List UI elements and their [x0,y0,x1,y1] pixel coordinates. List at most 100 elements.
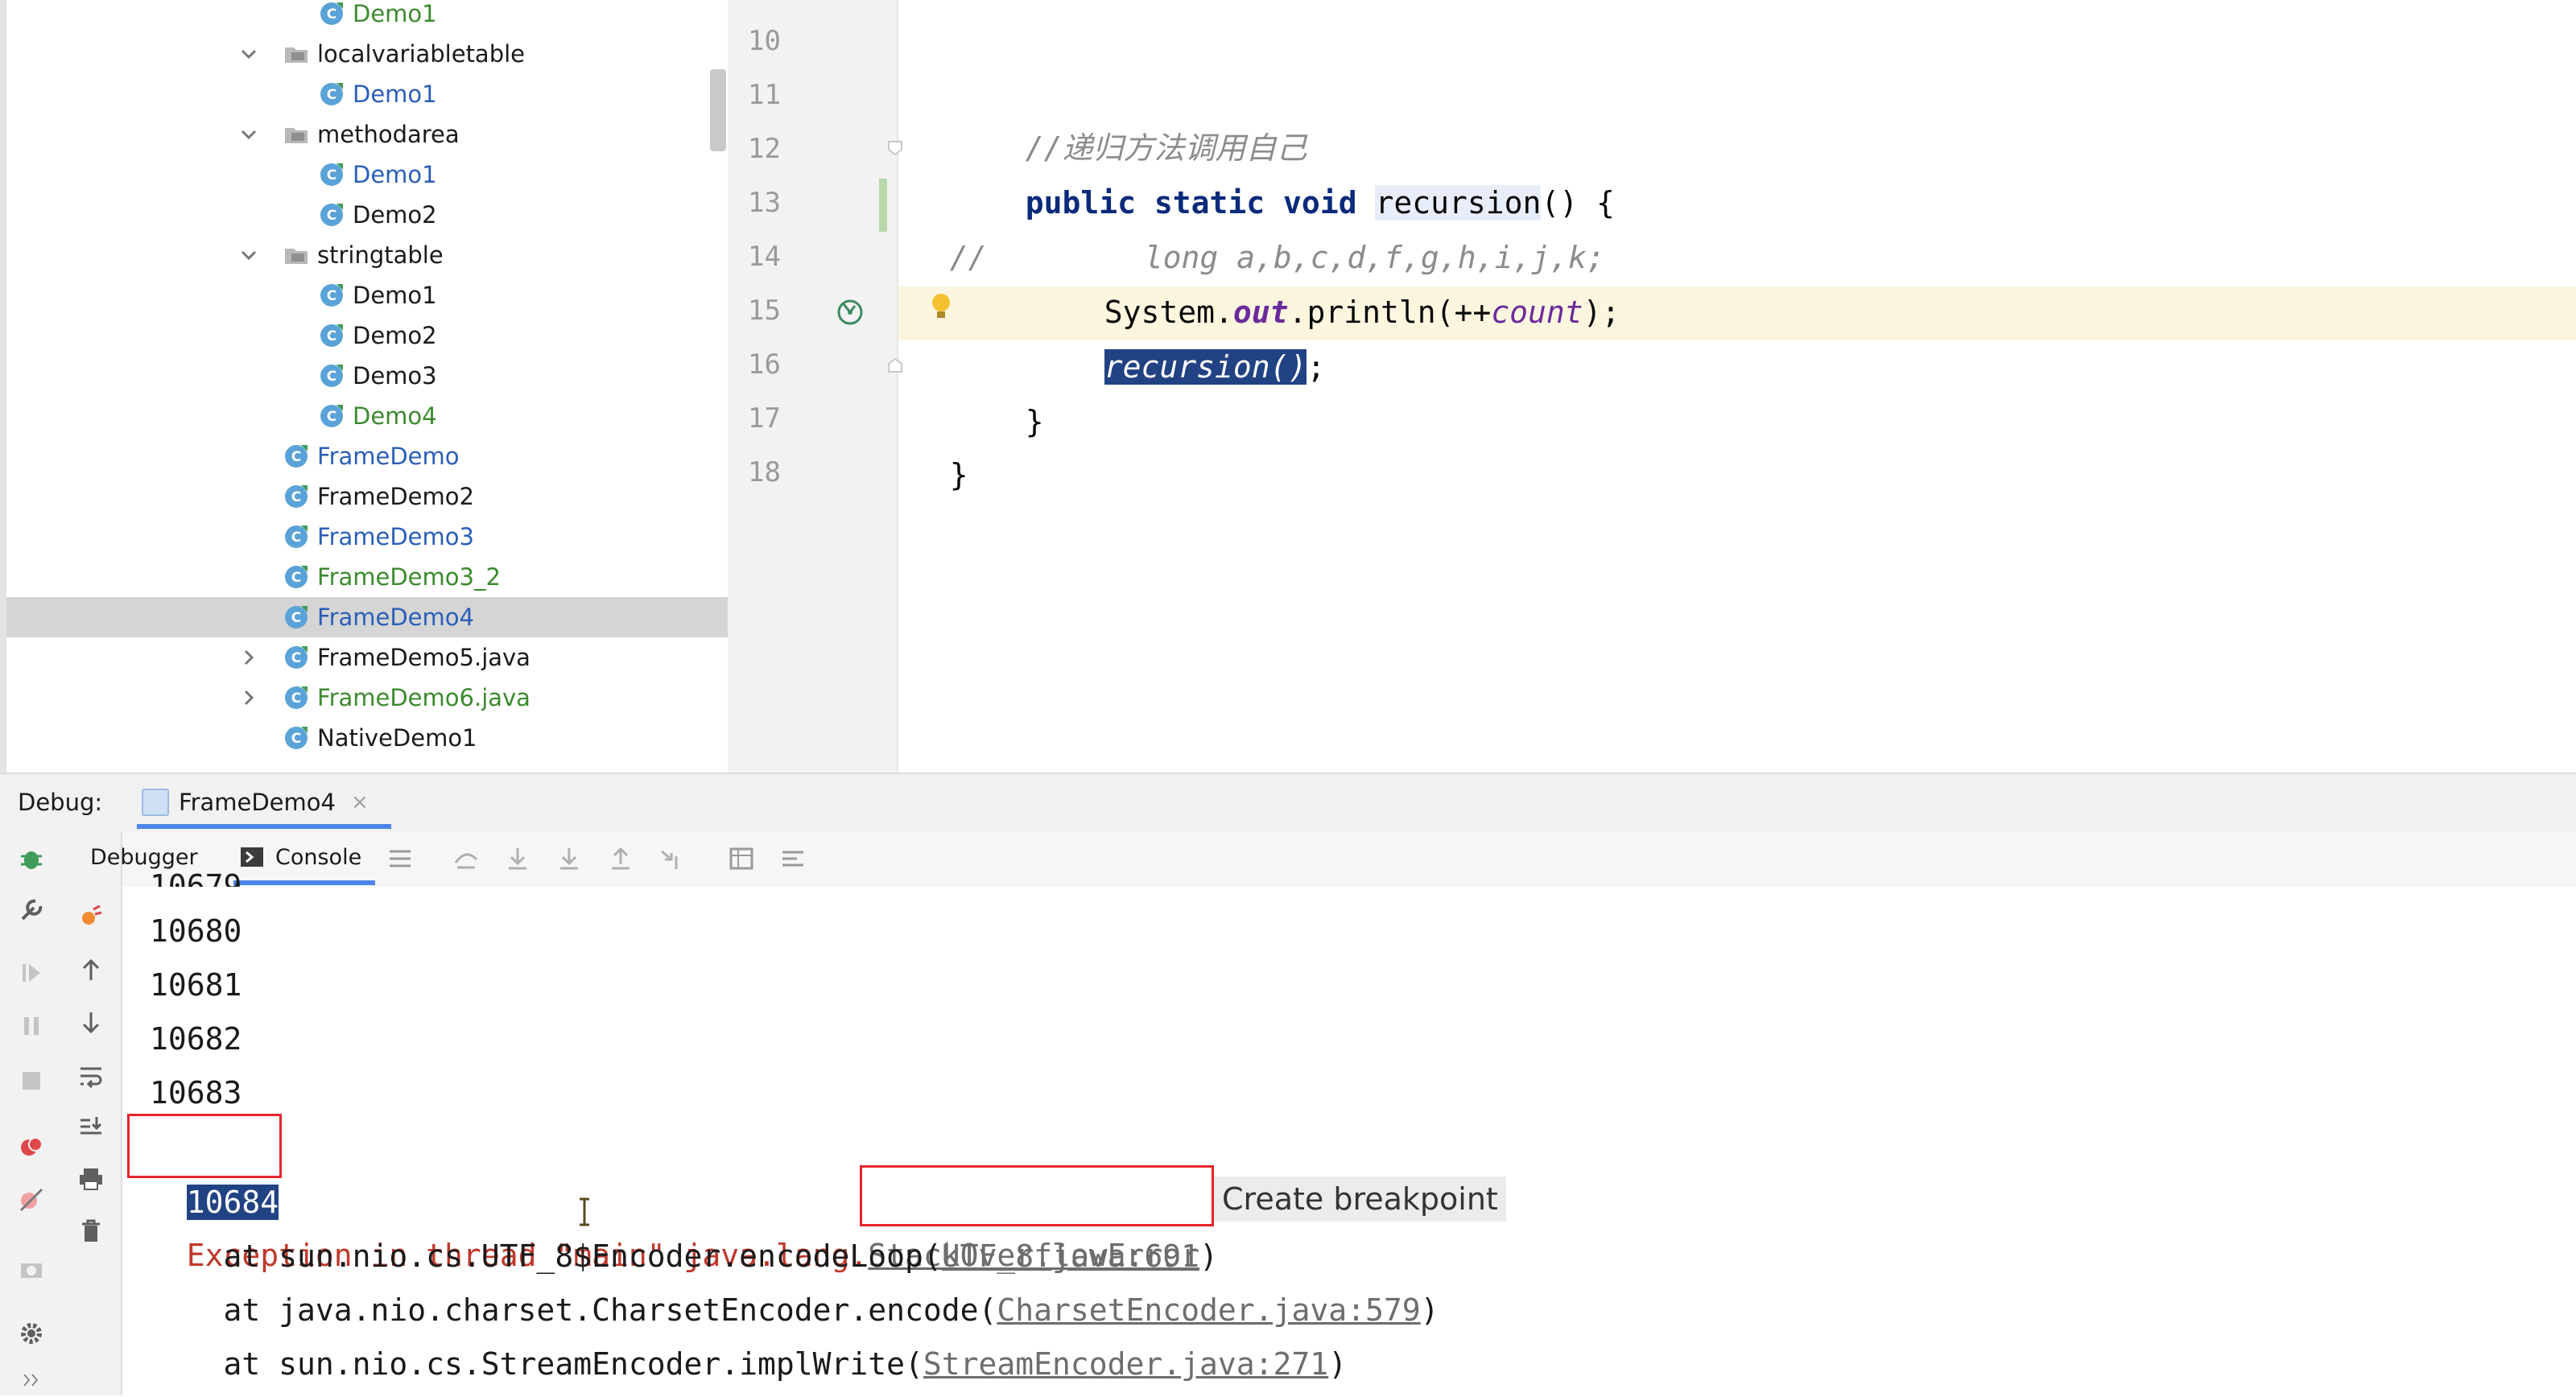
tree-item[interactable]: C Demo1 [6,0,728,34]
code-line-16[interactable]: } [989,341,1044,449]
arrow-up-icon[interactable] [77,956,105,983]
lightbulb-icon[interactable] [927,290,955,325]
chevron-down-icon[interactable] [238,43,259,64]
code-line-13-prefix[interactable]: // [913,177,987,285]
code-line-15[interactable]: recursion(); [1067,286,1325,394]
tree-item[interactable]: C NativeDemo1 [6,718,728,758]
camera-icon[interactable] [18,1255,45,1283]
stack-trace-line[interactable]: at sun.nio.cs.StreamEncoder.implWrite(St… [150,1337,1348,1391]
pause-icon[interactable] [18,1012,45,1040]
svg-text:C: C [291,610,301,626]
tree-item[interactable]: C FrameDemo4 [6,597,728,637]
code-text: ; [1307,349,1326,385]
wrench-icon[interactable] [18,896,45,924]
tree-item[interactable]: C Demo1 [6,275,728,315]
line-number[interactable]: 18 [728,446,781,500]
tree-left-border [0,0,6,773]
stack-trace-line[interactable]: at sun.nio.cs.UTF_8$Encoder.encodeLoop(U… [150,1230,1218,1284]
tree-folder[interactable]: stringtable [6,235,728,275]
chevron-right-icon[interactable] [238,647,259,668]
line-number[interactable]: 11 [728,68,781,122]
tree-item[interactable]: C Demo4 [6,396,728,436]
tree-item[interactable]: C Demo1 [6,74,728,114]
line-number[interactable]: 17 [728,392,781,446]
console-line[interactable]: 10683 [150,1066,242,1120]
source-link[interactable]: UTF_8.java:691 [942,1238,1199,1274]
svg-text:C: C [291,570,301,586]
create-breakpoint-button[interactable]: Create breakpoint [1214,1177,1506,1222]
step-into-icon[interactable] [504,845,531,872]
fold-marker-icon[interactable] [886,356,905,375]
line-number[interactable]: 13 [728,176,781,230]
java-class-icon: C [319,282,345,308]
chevron-down-icon[interactable] [238,124,259,145]
tree-item[interactable]: C Demo2 [6,195,728,235]
run-to-cursor-icon[interactable] [658,845,686,872]
tree-item[interactable]: C Demo1 [6,155,728,195]
console-line[interactable]: 10680 [150,905,242,958]
java-class-icon: C [319,162,345,188]
tree-item[interactable]: C FrameDemo3_2 [6,557,728,597]
stack-trace-line[interactable]: at java.nio.charset.CharsetEncoder.encod… [150,1284,1439,1337]
print-icon[interactable] [77,1165,105,1193]
svg-text:C: C [327,208,336,224]
tree-item-label: FrameDemo4 [317,604,474,631]
tree-folder[interactable]: methodarea [6,114,728,155]
code-line-17[interactable]: } [913,394,968,502]
line-number[interactable]: 14 [728,230,781,284]
tree-item[interactable]: C FrameDemo3 [6,517,728,557]
stack-frame-end: ) [1420,1292,1439,1328]
fold-marker-icon[interactable] [886,138,905,158]
soft-wrap-icon[interactable] [77,1062,105,1090]
restore-layout-icon[interactable] [77,903,105,930]
tree-item[interactable]: C Demo3 [6,356,728,396]
line-number[interactable]: 16 [728,338,781,392]
java-class-icon: C [319,403,345,429]
debug-session-name: FrameDemo4 [179,789,336,816]
tree-item[interactable]: C FrameDemo6.java [6,678,728,718]
console-line[interactable]: 10681 [150,958,242,1012]
selected-recursion-call[interactable]: recursion() [1104,349,1307,385]
more-chevron-icon[interactable] [18,1366,45,1394]
gear-icon[interactable] [18,1320,45,1347]
scroll-to-end-icon[interactable] [77,1114,105,1141]
stack-frame-text: at java.nio.charset.CharsetEncoder.encod… [150,1292,997,1328]
stop-icon[interactable] [18,1067,45,1094]
bug-icon[interactable] [18,845,45,872]
tree-item[interactable]: C FrameDemo [6,436,728,476]
tree-item[interactable]: C FrameDemo5.java [6,637,728,678]
arrow-down-icon[interactable] [77,1009,105,1036]
resume-icon[interactable] [18,959,45,987]
project-tree[interactable]: C Demo1 localvariabletable C Demo1 methodarea… [0,0,728,773]
tree-folder[interactable]: localvariabletable [6,34,728,74]
view-breakpoints-icon[interactable] [18,1133,45,1160]
line-number[interactable]: 12 [728,122,781,176]
recursive-call-icon[interactable] [834,296,866,328]
static-var: count [1491,295,1583,330]
trace-stream-icon[interactable] [779,845,807,872]
mute-breakpoints-icon[interactable] [18,1186,45,1214]
menu-lines-icon[interactable] [386,845,414,872]
debug-session-tab[interactable]: FrameDemo4 × [137,776,391,830]
svg-text:C: C [327,6,336,23]
console-line[interactable]: 10682 [150,1012,242,1066]
evaluate-expression-icon[interactable] [728,845,755,872]
trash-icon[interactable] [77,1217,105,1244]
step-over-icon[interactable] [452,845,480,872]
tab-console[interactable]: Console [275,842,361,874]
java-class-icon: C [283,524,309,550]
code-text: ); [1583,295,1620,330]
source-link[interactable]: StreamEncoder.java:271 [923,1346,1328,1382]
tree-scrollbar[interactable] [710,69,726,151]
force-step-into-icon[interactable] [555,845,583,872]
tree-item[interactable]: C FrameDemo2 [6,476,728,517]
step-out-icon[interactable] [607,845,634,872]
tree-item-label: Demo1 [353,80,437,108]
source-link[interactable]: CharsetEncoder.java:579 [997,1292,1420,1328]
chevron-right-icon[interactable] [238,687,259,708]
chevron-down-icon[interactable] [238,245,259,266]
tree-item[interactable]: C Demo2 [6,315,728,356]
close-icon[interactable]: × [351,785,369,819]
line-number[interactable]: 15 [728,284,781,338]
line-number[interactable]: 10 [728,14,781,68]
